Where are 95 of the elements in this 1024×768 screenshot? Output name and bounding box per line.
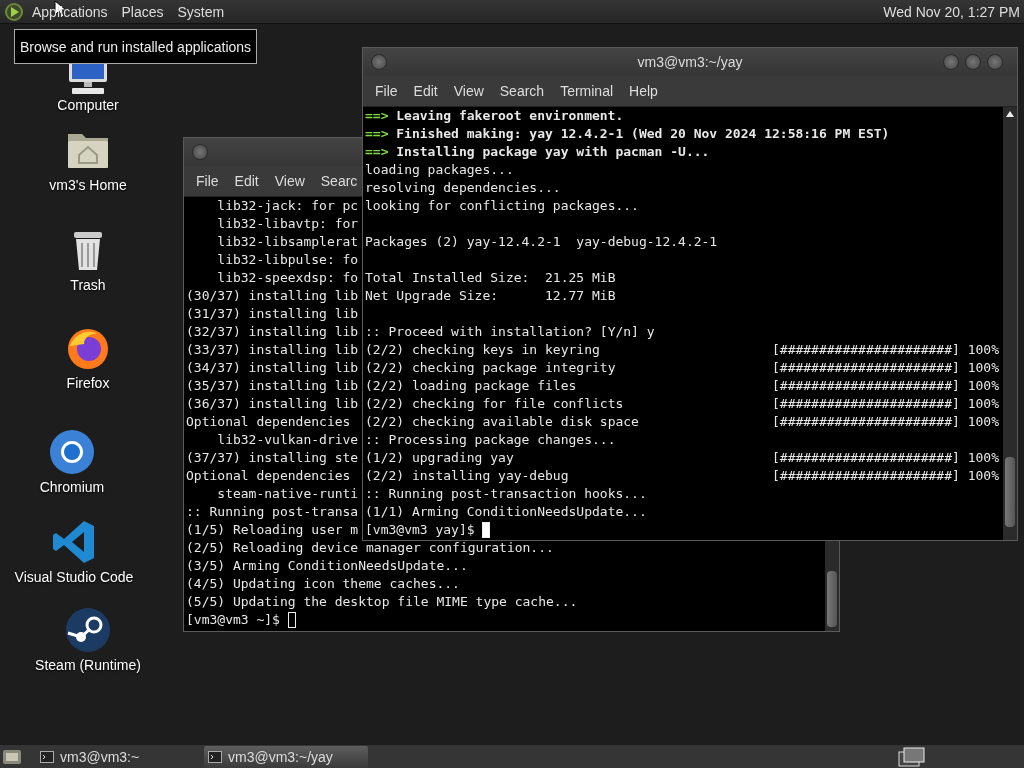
browser-icon (48, 428, 96, 476)
menu-item[interactable]: Help (621, 83, 666, 99)
output-line: loading packages... (365, 161, 514, 179)
minimize-button[interactable] (943, 54, 959, 70)
task-button[interactable]: vm3@vm3:~/yay (204, 745, 368, 768)
output-line: (1/2) upgrading yay (365, 450, 514, 465)
scroll-thumb[interactable] (1005, 457, 1015, 527)
output-line: (2/2) checking keys in keyring (365, 342, 600, 357)
output-line: Optional dependencies (186, 413, 351, 431)
output-line: (2/2) checking for file conflicts (365, 396, 624, 411)
terminal-icon (208, 750, 222, 763)
output-line: Installing package yay with pacman -U... (396, 143, 710, 161)
menu-item[interactable]: Terminal (552, 83, 622, 99)
desktop-icon-label[interactable]: Chromium (39, 479, 105, 495)
desktop-icon-label[interactable]: Computer (57, 97, 119, 113)
progress-text: [######################] 100% (772, 449, 999, 467)
output-line: (5/5) Updating the desktop file MIME type cache... (186, 593, 578, 611)
menu-item[interactable]: Edit (405, 83, 446, 99)
menu-item[interactable]: Searc (312, 173, 366, 189)
output-line: looking for conflicting packages... (365, 197, 639, 215)
output-line: Total Installed Size: 21.25 MiB (365, 269, 616, 287)
progress-text: [######################] 100% (772, 467, 999, 485)
output-line: :: Proceed with installation? [Y/n] y (365, 323, 655, 341)
output-line: resolving dependencies... (365, 179, 561, 197)
output-line: (32/37) installing lib (186, 323, 359, 341)
output-line: lib32-jack: for pc (216, 197, 359, 215)
menu-item[interactable]: File (367, 83, 406, 99)
progress-text: [######################] 100% (772, 377, 999, 395)
menu-item[interactable]: File (188, 173, 227, 189)
output-line: (2/2) checking package integrity (365, 360, 616, 375)
output-line: (1/5) Reloading user m (186, 521, 359, 539)
output-line: :: Processing package changes... (365, 431, 616, 449)
output-line: Net Upgrade Size: 12.77 MiB (365, 287, 616, 305)
desktop-icon-label[interactable]: Trash (70, 277, 106, 293)
output-line: Finished making: yay 12.4.2-1 (Wed 20 Nov 2024 12:58:16 PM EST) (396, 125, 890, 143)
output-line: (37/37) installing ste (186, 449, 359, 467)
shell-prompt: [vm3@vm3 yay]$ (365, 521, 475, 539)
output-line: (2/2) loading package files (365, 378, 577, 393)
output-line: (3/5) Arming ConditionNeedsUpdate... (186, 557, 468, 575)
close-button[interactable] (987, 54, 1003, 70)
arrow-marker: ==> (365, 107, 389, 125)
output-line: (35/37) installing lib (186, 377, 359, 395)
output-line: lib32-libavtp: for (216, 215, 359, 233)
arrow-marker: ==> (365, 125, 389, 143)
output-line: (4/5) Updating icon theme caches... (186, 575, 460, 593)
menu-logo-icon[interactable] (4, 1, 24, 22)
game-launcher-icon (64, 606, 112, 654)
desktop-icon-label[interactable]: Steam (Runtime) (35, 657, 141, 673)
output-line: (2/2) installing yay-debug (365, 468, 569, 483)
output-line: Packages (2) yay-12.4.2-1 yay-debug-12.4.2-1 (365, 233, 718, 251)
output-line: lib32-libsamplerat (216, 233, 359, 251)
progress-text: [######################] 100% (772, 395, 999, 413)
output-line: (31/37) installing lib (186, 305, 359, 323)
maximize-button[interactable] (965, 54, 981, 70)
scroll-up-icon[interactable] (1005, 110, 1015, 118)
output-line: (30/37) installing lib (186, 287, 359, 305)
terminal-icon (40, 750, 54, 763)
output-line: (36/37) installing lib (186, 395, 359, 413)
output-line: Leaving fakeroot environment. (396, 107, 624, 125)
panel-menu[interactable]: Places (121, 3, 164, 20)
progress-text: [######################] 100% (772, 359, 999, 377)
task-button[interactable]: vm3@vm3:~ (36, 745, 200, 768)
workspace-switcher-icon[interactable] (898, 746, 926, 767)
menu-item[interactable]: Search (491, 83, 553, 99)
window-menu-button[interactable] (192, 144, 208, 160)
desktop-icon-label[interactable]: vm3's Home (49, 177, 127, 193)
arrow-marker: ==> (365, 143, 389, 161)
scrollbar[interactable] (1003, 107, 1017, 540)
output-line: (34/37) installing lib (186, 359, 359, 377)
desktop-icon-label[interactable]: Firefox (66, 375, 110, 391)
window-title: vm3@vm3:~/yay (637, 54, 743, 70)
clock[interactable]: Wed Nov 20, 1:27 PM (883, 3, 1020, 20)
output-line: lib32-vulkan-drive (216, 431, 359, 449)
output-line: :: Running post-transa (186, 503, 359, 521)
output-line: Optional dependencies (186, 467, 351, 485)
output-line: lib32-speexdsp: fo (216, 269, 359, 287)
output-line: (1/1) Arming ConditionNeedsUpdate... (365, 503, 647, 521)
window-menu-button[interactable] (371, 54, 387, 70)
menu-item[interactable]: View (445, 83, 492, 99)
menu-item[interactable]: View (266, 173, 313, 189)
show-desktop-icon[interactable] (2, 747, 22, 766)
shell-prompt: [vm3@vm3 ~]$ (186, 611, 280, 629)
output-line: lib32-libpulse: fo (216, 251, 359, 269)
output-line: (2/2) checking available disk space (365, 414, 639, 429)
progress-text: [######################] 100% (772, 413, 999, 431)
output-line: (2/5) Reloading device manager configuration... (186, 539, 554, 557)
progress-text: [######################] 100% (772, 341, 999, 359)
output-line: :: Running post-transaction hooks... (365, 485, 647, 503)
tooltip: Browse and run installed applications (14, 29, 257, 64)
panel-menu[interactable]: System (177, 3, 225, 20)
scroll-thumb[interactable] (827, 571, 837, 627)
desktop-icon-label[interactable]: Visual Studio Code (14, 569, 134, 585)
output-line: (33/37) installing lib (186, 341, 359, 359)
menu-item[interactable]: Edit (226, 173, 267, 189)
output-line: steam-native-runti (216, 485, 359, 503)
